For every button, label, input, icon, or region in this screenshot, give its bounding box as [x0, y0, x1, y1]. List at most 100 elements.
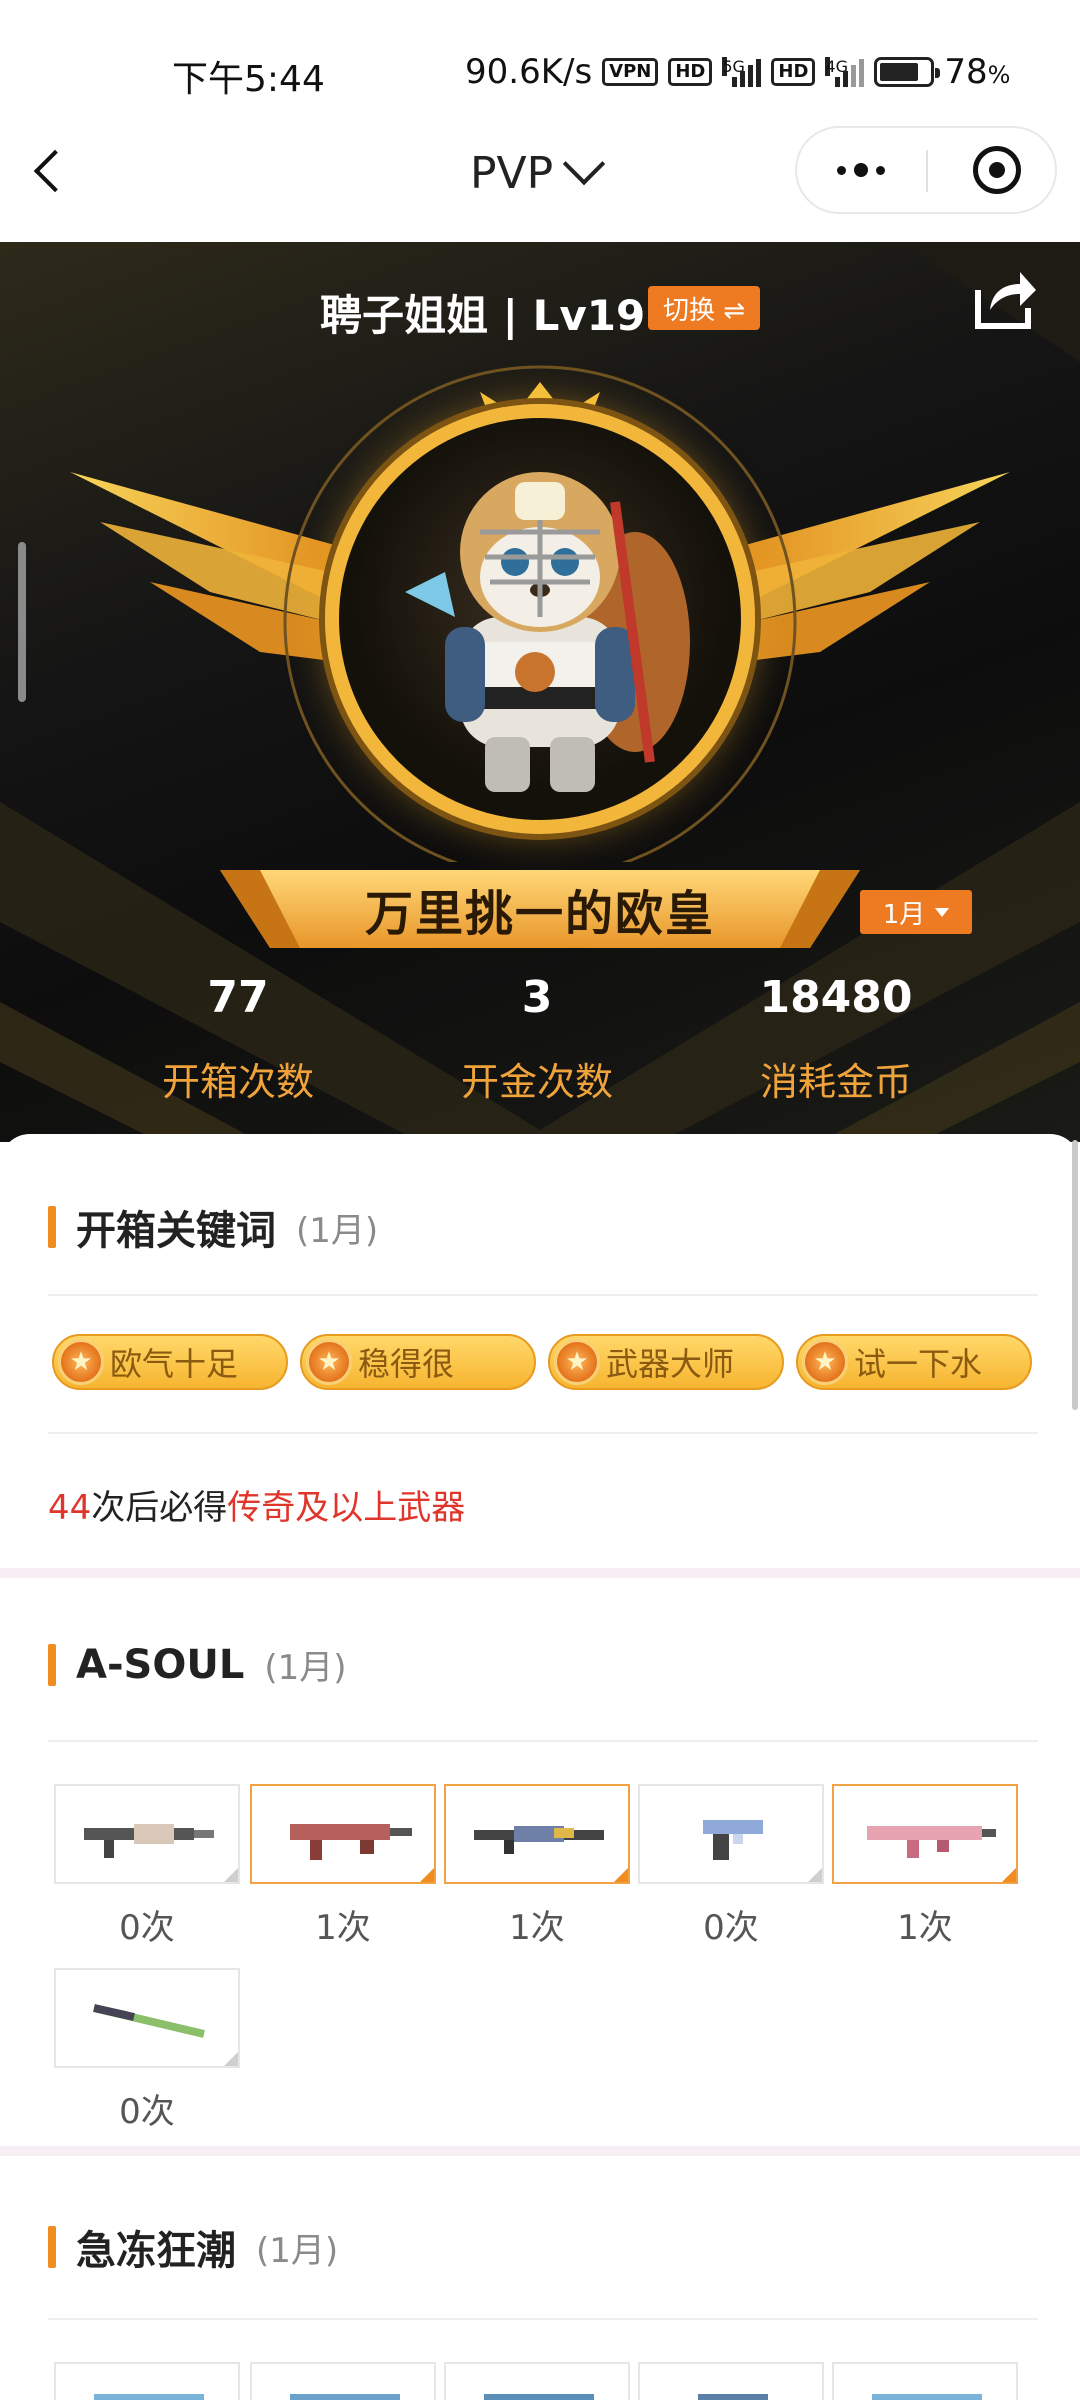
weapon-count: 1次 [897, 1908, 953, 1948]
section-title: 开箱关键词 [76, 1208, 276, 1254]
month-dropdown-label: 1月 [882, 899, 926, 930]
weapon-item[interactable] [250, 2362, 436, 2400]
stat-value: 77 [207, 972, 269, 1023]
keyword-badge: ★ 武器大师 [548, 1334, 784, 1390]
weapon-item[interactable]: 1次 [832, 1784, 1018, 1949]
keywords-section-header: 开箱关键词 (1月) [48, 1198, 378, 1256]
battery-percent: 78% [944, 52, 1011, 92]
pistol-icon [698, 2394, 768, 2400]
weapon-item[interactable]: 0次 [638, 1784, 824, 1949]
more-button[interactable] [797, 128, 925, 212]
weapon-item[interactable]: 1次 [444, 1784, 630, 1949]
rifle-icon [290, 2394, 400, 2400]
section-separator [0, 2146, 1080, 2156]
caret-down-icon [935, 907, 950, 917]
weapon-thumb [250, 1784, 436, 1884]
capsule-divider [926, 150, 928, 192]
section-month: (1月) [296, 1210, 379, 1251]
weapon-count: 0次 [703, 1908, 759, 1948]
section-month: (1月) [256, 2230, 339, 2271]
frozen-section-header: 急冻狂潮 (1月) [48, 2218, 338, 2276]
stat-label: 开金次数 [460, 1060, 613, 1104]
star-medal-icon: ★ [58, 1339, 104, 1385]
star-medal-icon: ★ [802, 1339, 848, 1385]
weapon-thumb [54, 1968, 240, 2068]
keyword-list: ★ 欧气十足 ★ 稳得很 ★ 武器大师 ★ 试一下水 [52, 1334, 1032, 1390]
player-avatar [325, 404, 755, 834]
stat-value: 3 [521, 972, 553, 1023]
section-separator [0, 1568, 1080, 1578]
stat-open-count: 77 开箱次数 [108, 972, 368, 1106]
weapon-thumb [638, 2362, 824, 2400]
guarantee-text: 44次后必得传奇及以上武器 [48, 1480, 465, 1529]
status-bar: 下午5:44 90.6K/s VPN HD 5G HD 4G 78% [0, 0, 1080, 110]
star-medal-icon: ★ [306, 1339, 352, 1385]
rifle-icon [290, 1824, 412, 1860]
status-indicators: 90.6K/s VPN HD 5G HD 4G 78% [465, 52, 1010, 92]
section-title: A-SOUL [76, 1641, 245, 1688]
guarantee-mid-text: 次后必得 [91, 1488, 228, 1528]
signal-4g-icon: 4G [825, 57, 865, 87]
back-button[interactable] [18, 136, 78, 206]
weapon-count: 1次 [509, 1908, 565, 1948]
weapon-item[interactable] [444, 2362, 630, 2400]
weapon-thumb [250, 2362, 436, 2400]
close-miniprogram-button[interactable] [973, 146, 1021, 194]
weapon-thumb [638, 1784, 824, 1884]
rifle-icon [872, 2394, 982, 2400]
melee-weapon-icon [93, 2004, 205, 2038]
profile-hero: 聘子姐姐 | Lv19 切换 ⇌ 万里挑一的欧皇 1月 77 开箱次数 3 开金… [0, 242, 1080, 1142]
stat-label: 开箱次数 [161, 1060, 314, 1104]
star-medal-icon: ★ [554, 1339, 600, 1385]
signal-5g-icon: 5G [722, 57, 762, 87]
section-accent-bar [48, 1643, 56, 1686]
divider [48, 1432, 1038, 1434]
weapon-thumb [444, 1784, 630, 1884]
keyword-badge: ★ 试一下水 [796, 1334, 1032, 1390]
weapon-thumb [444, 2362, 630, 2400]
guarantee-item: 传奇及以上武器 [227, 1488, 466, 1528]
weapon-item[interactable]: 0次 [54, 1784, 240, 1949]
stat-value: 18480 [759, 972, 913, 1023]
network-speed: 90.6K/s [465, 52, 593, 92]
month-dropdown[interactable]: 1月 [860, 890, 972, 934]
stat-label: 消耗金币 [759, 1060, 912, 1104]
stat-coins-spent: 18480 消耗金币 [706, 972, 966, 1106]
weapon-thumb [54, 1784, 240, 1884]
mode-selector[interactable]: PVP [470, 138, 606, 208]
section-title: 急冻狂潮 [76, 2228, 236, 2274]
guarantee-count: 44 [48, 1488, 92, 1528]
keyword-badge: ★ 欧气十足 [52, 1334, 288, 1390]
section-accent-bar [48, 2226, 56, 2268]
weapon-thumb [832, 1784, 1018, 1884]
asoul-section-header: A-SOUL (1月) [48, 1640, 347, 1689]
section-month: (1月) [264, 1648, 347, 1688]
rifle-icon [484, 2394, 594, 2400]
section-accent-bar [48, 1206, 56, 1248]
page-scrollbar[interactable] [1072, 1140, 1078, 1410]
mascot-image [405, 472, 690, 792]
nav-bar: PVP [0, 110, 1080, 242]
rifle-icon [867, 1826, 996, 1858]
chevron-down-icon [562, 142, 606, 186]
left-scroll-indicator [18, 542, 26, 702]
weapon-item[interactable] [638, 2362, 824, 2400]
weapon-thumb [54, 2362, 240, 2400]
weapon-item[interactable]: 0次 [54, 1968, 240, 2133]
divider [48, 1740, 1038, 1742]
rifle-icon [474, 1826, 604, 1854]
weapon-item[interactable]: 1次 [250, 1784, 436, 1949]
rank-title: 万里挑一的欧皇 [364, 886, 715, 942]
miniprogram-capsule [795, 126, 1057, 214]
weapon-count: 1次 [315, 1908, 371, 1948]
weapon-item[interactable] [54, 2362, 240, 2400]
battery-icon [874, 57, 941, 87]
divider [48, 2318, 1038, 2320]
vpn-icon: VPN [602, 58, 659, 86]
rifle-icon [84, 1824, 214, 1858]
page-title: PVP [470, 147, 554, 199]
weapon-item[interactable] [832, 2362, 1018, 2400]
keyword-badge: ★ 稳得很 [300, 1334, 536, 1390]
divider [48, 1294, 1038, 1296]
hd-icon: HD [668, 58, 713, 86]
